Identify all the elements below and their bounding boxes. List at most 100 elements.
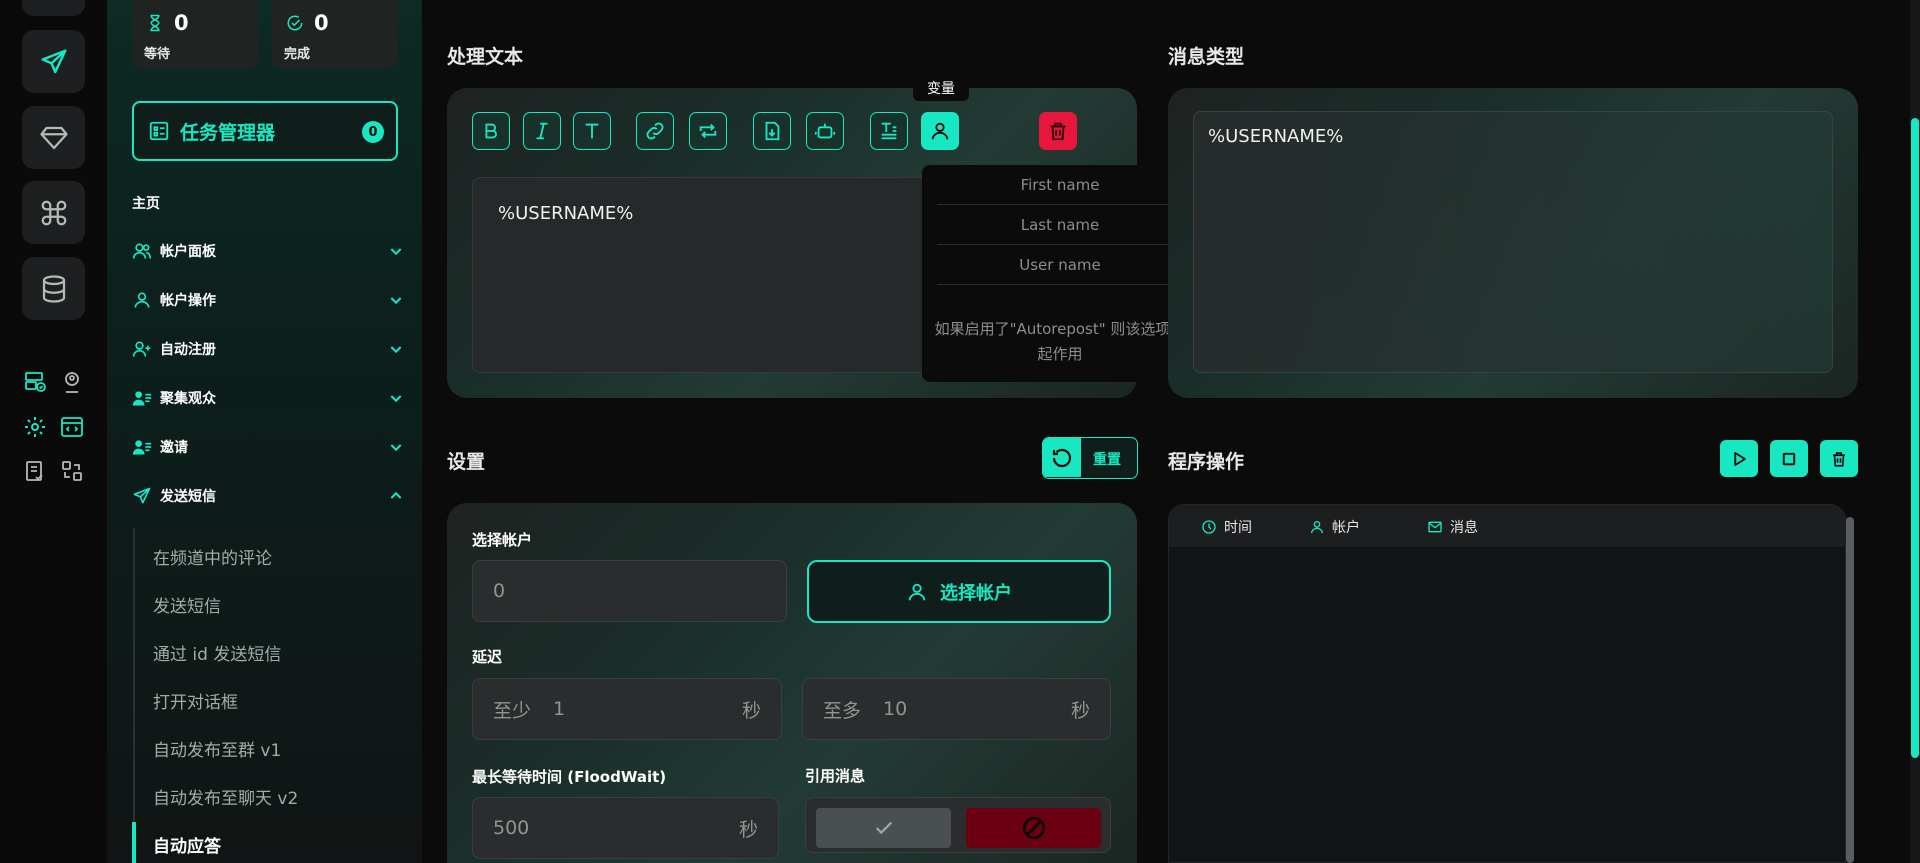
delay-max-field[interactable]: 至多 10 秒: [802, 678, 1111, 740]
variable-last-name[interactable]: Last name: [937, 205, 1183, 245]
server-check-icon: [25, 372, 46, 392]
stat-waiting-value: 0: [174, 11, 189, 35]
sub-item-autopost-v2[interactable]: 自动发布至聊天 v2: [153, 784, 298, 809]
link-button[interactable]: [636, 112, 674, 150]
log-panel: 时间 帐户 消息: [1168, 504, 1847, 863]
variable-dropdown: First name Last name User name 如果启用了"Aut…: [922, 165, 1198, 382]
file-import-button[interactable]: [753, 112, 791, 150]
database-icon: [42, 274, 65, 303]
log-column-message[interactable]: 消息: [1427, 517, 1478, 537]
log-column-label: 帐户: [1332, 520, 1360, 536]
variable-first-name[interactable]: First name: [937, 165, 1183, 205]
nav-invite[interactable]: 邀请: [132, 432, 404, 462]
rail-button-command[interactable]: [22, 181, 85, 244]
sub-item-auto-reply[interactable]: 自动应答: [153, 832, 221, 857]
repost-button[interactable]: [689, 112, 727, 150]
rail-button-top[interactable]: [22, 0, 85, 16]
gear-icon: [25, 417, 45, 437]
chevron-down-icon: [390, 248, 402, 256]
italic-button[interactable]: [523, 112, 561, 150]
account-count-value: 0: [493, 580, 506, 602]
trash-icon: [1833, 451, 1845, 467]
stop-button[interactable]: [1770, 440, 1808, 477]
account-count-field[interactable]: 0: [472, 560, 787, 622]
floodwait-field[interactable]: 500 秒: [472, 797, 779, 859]
rail-transfer[interactable]: [59, 458, 85, 484]
autorepost-note: 如果启用了"Autorepost" 则该选项不起作用: [934, 320, 1186, 363]
reset-button[interactable]: 重置: [1042, 437, 1138, 479]
user-list-icon: [132, 440, 152, 455]
text-format-button[interactable]: [870, 112, 908, 150]
sub-item-send-sms[interactable]: 发送短信: [153, 592, 221, 617]
text-icon: [585, 123, 599, 139]
italic-icon: [536, 122, 548, 140]
chevron-down-icon: [390, 297, 402, 305]
nav-home[interactable]: 主页: [132, 193, 160, 213]
quote-toggle: [805, 797, 1111, 853]
sub-item-open-dialog[interactable]: 打开对话框: [153, 688, 238, 713]
select-account-button[interactable]: 选择帐户: [807, 560, 1111, 623]
chevron-up-icon: [390, 491, 402, 499]
bold-icon: [485, 123, 497, 139]
nav-account-panel[interactable]: 帐户面板: [132, 236, 404, 266]
user-plus-icon: [132, 341, 151, 357]
task-manager-label: 任务管理器: [180, 121, 276, 144]
check-circle-icon: [287, 15, 303, 31]
icon-rail: [0, 0, 107, 863]
sub-item-send-by-id[interactable]: 通过 id 发送短信: [153, 640, 281, 665]
select-account-button-label: 选择帐户: [940, 582, 1012, 604]
delete-text-button[interactable]: [1039, 112, 1077, 150]
nav-send-sms[interactable]: 发送短信: [132, 481, 404, 511]
page-scrollbar-thumb[interactable]: [1911, 118, 1919, 758]
variable-button[interactable]: [921, 112, 959, 150]
rail-user-pin[interactable]: [59, 369, 85, 395]
message-type-preview[interactable]: %USERNAME%: [1193, 111, 1833, 373]
nav-account-actions[interactable]: 帐户操作: [132, 285, 404, 315]
text-style-button[interactable]: [573, 112, 611, 150]
trash-icon: [1050, 122, 1066, 141]
file-import-icon: [765, 121, 780, 141]
stat-waiting-label: 等待: [144, 47, 171, 62]
delay-label: 延迟: [472, 648, 503, 666]
delay-min-field[interactable]: 至少 1 秒: [472, 678, 782, 740]
rail-button-database[interactable]: [22, 257, 85, 320]
nav-label: 聚集观众: [160, 391, 216, 407]
stat-done-value: 0: [314, 11, 329, 35]
submenu-line: [133, 528, 135, 863]
rail-server-check[interactable]: [22, 369, 48, 395]
variable-user-name[interactable]: User name: [937, 245, 1183, 285]
rail-checklist[interactable]: [22, 458, 48, 484]
quote-yes-button[interactable]: [816, 808, 951, 848]
start-button[interactable]: [1720, 440, 1758, 477]
rail-button-diamond[interactable]: [22, 106, 85, 169]
sub-item-channel-comments[interactable]: 在频道中的评论: [153, 544, 272, 569]
transfer-icon: [62, 461, 82, 481]
rail-button-send[interactable]: [22, 30, 85, 93]
log-column-account[interactable]: 帐户: [1309, 517, 1360, 537]
nav-gather-audience[interactable]: 聚集观众: [132, 383, 404, 413]
chevron-down-icon: [390, 346, 402, 354]
log-column-time[interactable]: 时间: [1201, 517, 1252, 537]
log-scrollbar[interactable]: [1846, 517, 1854, 863]
quote-no-button[interactable]: [966, 808, 1101, 848]
rail-settings[interactable]: [22, 414, 48, 440]
log-column-label: 时间: [1224, 520, 1252, 536]
checklist-icon: [26, 461, 43, 481]
rail-code-window[interactable]: [59, 414, 85, 440]
task-manager-button[interactable]: 任务管理器 0: [132, 101, 398, 161]
floodwait-value: 500: [493, 817, 530, 839]
bold-button[interactable]: [472, 112, 510, 150]
nav-auto-register[interactable]: 自动注册: [132, 334, 404, 364]
sidebar: 0 等待 0 完成 任务管理器 0 主页 帐户面板 帐户操作 自动注册 聚集观众…: [107, 0, 422, 863]
active-indicator: [132, 822, 136, 863]
sub-item-autopost-v1[interactable]: 自动发布至群 v1: [153, 736, 281, 761]
clear-log-button[interactable]: [1820, 440, 1858, 477]
code-window-icon: [61, 417, 83, 437]
quote-label: 引用消息: [805, 767, 866, 785]
mail-icon: [1428, 521, 1442, 533]
select-account-label: 选择帐户: [472, 531, 533, 549]
hourglass-icon: [150, 14, 160, 32]
reset-label: 重置: [1093, 452, 1121, 468]
stat-waiting: 0 等待: [132, 0, 258, 69]
bot-button[interactable]: [806, 112, 844, 150]
